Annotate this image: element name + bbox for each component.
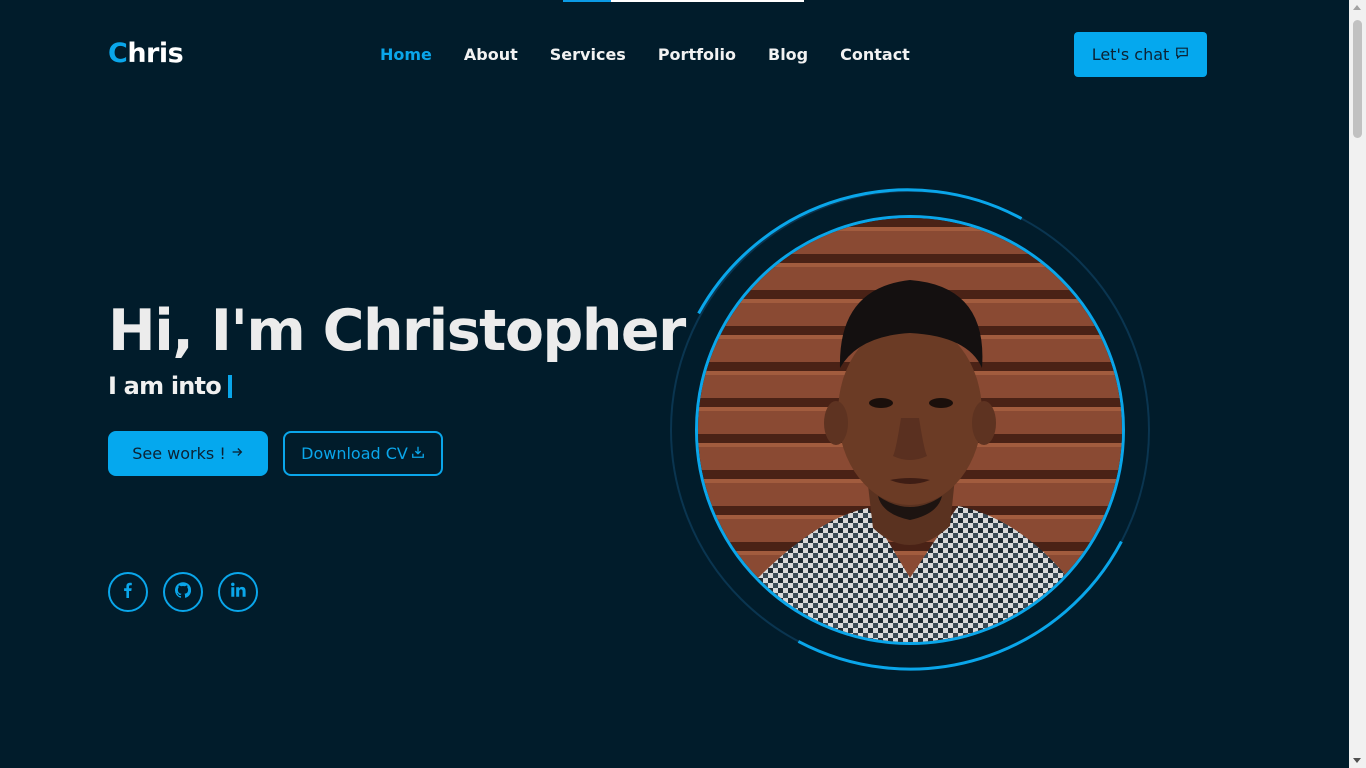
- lets-chat-label: Let's chat: [1091, 45, 1170, 64]
- hero-portrait-frame: [660, 180, 1160, 680]
- facebook-icon: [120, 582, 136, 602]
- linkedin-link[interactable]: [218, 572, 258, 612]
- social-links: [108, 572, 258, 612]
- scroll-progress-bar: [563, 0, 804, 2]
- arrow-right-icon: [230, 444, 244, 463]
- profile-photo: [695, 215, 1125, 645]
- linkedin-icon: [230, 582, 246, 602]
- see-works-button[interactable]: See works !: [108, 431, 268, 476]
- nav-services[interactable]: Services: [550, 44, 626, 66]
- hero-subtitle: I am into: [108, 372, 232, 400]
- scroll-down-arrow-icon[interactable]: [1353, 758, 1361, 763]
- nav-portfolio[interactable]: Portfolio: [658, 44, 736, 66]
- nav-blog[interactable]: Blog: [768, 44, 808, 66]
- logo[interactable]: Chris: [108, 38, 184, 69]
- download-cv-label: Download CV: [301, 444, 408, 463]
- page: Chris Home About Services Portfolio Blog…: [0, 0, 1366, 768]
- message-square-icon: [1175, 45, 1189, 64]
- main-nav: Home About Services Portfolio Blog Conta…: [380, 44, 910, 66]
- scroll-progress-fill: [563, 0, 612, 2]
- lets-chat-button[interactable]: Let's chat: [1074, 32, 1207, 77]
- nav-home[interactable]: Home: [380, 44, 432, 66]
- scroll-up-arrow-icon[interactable]: [1353, 5, 1361, 10]
- scrollbar-thumb[interactable]: [1353, 20, 1362, 138]
- facebook-link[interactable]: [108, 572, 148, 612]
- logo-text: hris: [127, 38, 184, 69]
- nav-contact[interactable]: Contact: [840, 44, 910, 66]
- page-scrollbar[interactable]: [1349, 0, 1366, 768]
- download-icon: [411, 444, 425, 463]
- typing-cursor: [227, 374, 232, 398]
- nav-about[interactable]: About: [464, 44, 518, 66]
- see-works-label: See works !: [132, 444, 226, 463]
- github-icon: [174, 582, 192, 602]
- logo-initial: C: [108, 38, 128, 69]
- github-link[interactable]: [163, 572, 203, 612]
- download-cv-button[interactable]: Download CV: [283, 431, 443, 476]
- hero-title: Hi, I'm Christopher: [108, 298, 686, 364]
- hero-subtitle-text: I am into: [108, 372, 222, 400]
